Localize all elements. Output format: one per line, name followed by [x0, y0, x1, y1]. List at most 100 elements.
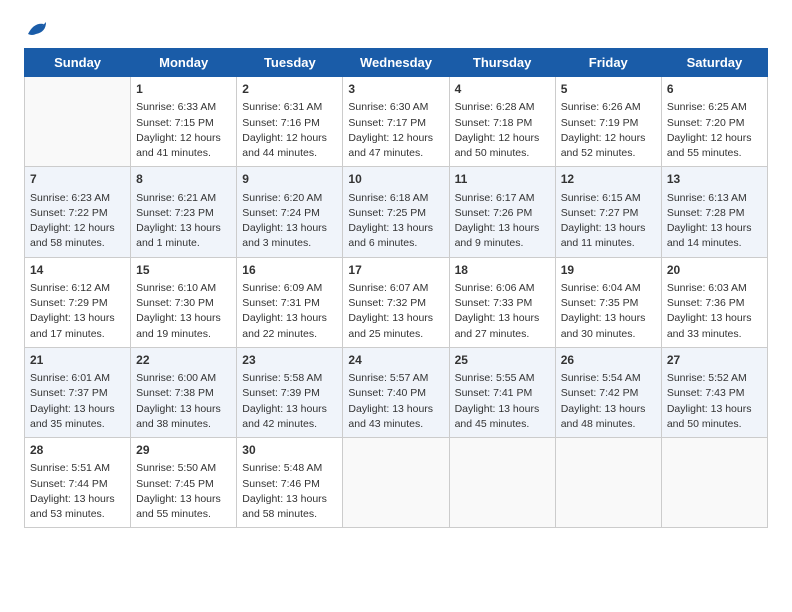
day-number: 15 — [136, 262, 231, 279]
sunset-text: Sunset: 7:28 PM — [667, 206, 762, 221]
day-number: 29 — [136, 442, 231, 459]
day-number: 3 — [348, 81, 443, 98]
calendar-cell: 6Sunrise: 6:25 AMSunset: 7:20 PMDaylight… — [661, 77, 767, 167]
sunrise-text: Sunrise: 6:17 AM — [455, 191, 550, 206]
daylight-text: Daylight: 13 hours and 43 minutes. — [348, 402, 443, 432]
sunset-text: Sunset: 7:17 PM — [348, 116, 443, 131]
sunset-text: Sunset: 7:33 PM — [455, 296, 550, 311]
daylight-text: Daylight: 12 hours and 47 minutes. — [348, 131, 443, 161]
calendar-cell: 29Sunrise: 5:50 AMSunset: 7:45 PMDayligh… — [131, 438, 237, 528]
sunset-text: Sunset: 7:15 PM — [136, 116, 231, 131]
weekday-header-monday: Monday — [131, 49, 237, 77]
cell-content: 10Sunrise: 6:18 AMSunset: 7:25 PMDayligh… — [348, 171, 443, 251]
sunset-text: Sunset: 7:39 PM — [242, 386, 337, 401]
sunset-text: Sunset: 7:45 PM — [136, 477, 231, 492]
cell-content: 9Sunrise: 6:20 AMSunset: 7:24 PMDaylight… — [242, 171, 337, 251]
calendar-table: SundayMondayTuesdayWednesdayThursdayFrid… — [24, 48, 768, 528]
calendar-header-row: SundayMondayTuesdayWednesdayThursdayFrid… — [25, 49, 768, 77]
calendar-cell: 18Sunrise: 6:06 AMSunset: 7:33 PMDayligh… — [449, 257, 555, 347]
day-number: 27 — [667, 352, 762, 369]
day-number: 25 — [455, 352, 550, 369]
calendar-cell: 9Sunrise: 6:20 AMSunset: 7:24 PMDaylight… — [237, 167, 343, 257]
cell-content: 12Sunrise: 6:15 AMSunset: 7:27 PMDayligh… — [561, 171, 656, 251]
daylight-text: Daylight: 13 hours and 9 minutes. — [455, 221, 550, 251]
sunset-text: Sunset: 7:29 PM — [30, 296, 125, 311]
cell-content: 14 Sunrise: 6:12 AMSunset: 7:29 PMDayligh… — [30, 262, 125, 342]
calendar-cell: 28Sunrise: 5:51 AMSunset: 7:44 PMDayligh… — [25, 438, 131, 528]
cell-content: 24Sunrise: 5:57 AMSunset: 7:40 PMDayligh… — [348, 352, 443, 432]
day-number: 20 — [667, 262, 762, 279]
sunset-text: Sunset: 7:19 PM — [561, 116, 656, 131]
cell-content: 11Sunrise: 6:17 AMSunset: 7:26 PMDayligh… — [455, 171, 550, 251]
weekday-header-tuesday: Tuesday — [237, 49, 343, 77]
calendar-cell: 20Sunrise: 6:03 AMSunset: 7:36 PMDayligh… — [661, 257, 767, 347]
calendar-week-row: 1Sunrise: 6:33 AMSunset: 7:15 PMDaylight… — [25, 77, 768, 167]
cell-content: 4Sunrise: 6:28 AMSunset: 7:18 PMDaylight… — [455, 81, 550, 161]
cell-content: 16Sunrise: 6:09 AMSunset: 7:31 PMDayligh… — [242, 262, 337, 342]
sunrise-text: Sunrise: 6:10 AM — [136, 281, 231, 296]
day-number: 8 — [136, 171, 231, 188]
sunrise-text: Sunrise: 6:20 AM — [242, 191, 337, 206]
calendar-cell — [25, 77, 131, 167]
cell-content: 27Sunrise: 5:52 AMSunset: 7:43 PMDayligh… — [667, 352, 762, 432]
sunset-text: Sunset: 7:37 PM — [30, 386, 125, 401]
calendar-cell: 13Sunrise: 6:13 AMSunset: 7:28 PMDayligh… — [661, 167, 767, 257]
calendar-cell: 23Sunrise: 5:58 AMSunset: 7:39 PMDayligh… — [237, 347, 343, 437]
daylight-text: Daylight: 13 hours and 42 minutes. — [242, 402, 337, 432]
calendar-cell: 25Sunrise: 5:55 AMSunset: 7:41 PMDayligh… — [449, 347, 555, 437]
day-number: 22 — [136, 352, 231, 369]
calendar-cell: 1Sunrise: 6:33 AMSunset: 7:15 PMDaylight… — [131, 77, 237, 167]
daylight-text: Daylight: 13 hours and 17 minutes. — [30, 311, 125, 341]
cell-content: 6Sunrise: 6:25 AMSunset: 7:20 PMDaylight… — [667, 81, 762, 161]
calendar-cell: 19Sunrise: 6:04 AMSunset: 7:35 PMDayligh… — [555, 257, 661, 347]
sunrise-text: Sunrise: 6:00 AM — [136, 371, 231, 386]
daylight-text: Daylight: 13 hours and 45 minutes. — [455, 402, 550, 432]
calendar-cell: 7Sunrise: 6:23 AMSunset: 7:22 PMDaylight… — [25, 167, 131, 257]
sunrise-text: Sunrise: 6:26 AM — [561, 100, 656, 115]
daylight-text: Daylight: 13 hours and 35 minutes. — [30, 402, 125, 432]
cell-content: 15Sunrise: 6:10 AMSunset: 7:30 PMDayligh… — [136, 262, 231, 342]
sunrise-text: Sunrise: 6:28 AM — [455, 100, 550, 115]
sunrise-text: Sunrise: 6:13 AM — [667, 191, 762, 206]
calendar-cell: 8Sunrise: 6:21 AMSunset: 7:23 PMDaylight… — [131, 167, 237, 257]
day-number: 12 — [561, 171, 656, 188]
daylight-text: Daylight: 13 hours and 19 minutes. — [136, 311, 231, 341]
calendar-cell: 24Sunrise: 5:57 AMSunset: 7:40 PMDayligh… — [343, 347, 449, 437]
cell-content: 20Sunrise: 6:03 AMSunset: 7:36 PMDayligh… — [667, 262, 762, 342]
cell-content: 28Sunrise: 5:51 AMSunset: 7:44 PMDayligh… — [30, 442, 125, 522]
logo — [24, 20, 48, 38]
day-number: 16 — [242, 262, 337, 279]
sunset-text: Sunset: 7:16 PM — [242, 116, 337, 131]
cell-content: 18Sunrise: 6:06 AMSunset: 7:33 PMDayligh… — [455, 262, 550, 342]
sunrise-text: Sunrise: 5:48 AM — [242, 461, 337, 476]
calendar-cell — [343, 438, 449, 528]
calendar-cell: 5Sunrise: 6:26 AMSunset: 7:19 PMDaylight… — [555, 77, 661, 167]
daylight-text: Daylight: 13 hours and 3 minutes. — [242, 221, 337, 251]
sunset-text: Sunset: 7:22 PM — [30, 206, 125, 221]
weekday-header-wednesday: Wednesday — [343, 49, 449, 77]
calendar-cell: 12Sunrise: 6:15 AMSunset: 7:27 PMDayligh… — [555, 167, 661, 257]
calendar-cell: 11Sunrise: 6:17 AMSunset: 7:26 PMDayligh… — [449, 167, 555, 257]
day-number: 13 — [667, 171, 762, 188]
weekday-header-sunday: Sunday — [25, 49, 131, 77]
calendar-cell: 14 Sunrise: 6:12 AMSunset: 7:29 PMDayligh… — [25, 257, 131, 347]
cell-content: 29Sunrise: 5:50 AMSunset: 7:45 PMDayligh… — [136, 442, 231, 522]
daylight-text: Daylight: 13 hours and 33 minutes. — [667, 311, 762, 341]
cell-content: 23Sunrise: 5:58 AMSunset: 7:39 PMDayligh… — [242, 352, 337, 432]
calendar-cell: 3Sunrise: 6:30 AMSunset: 7:17 PMDaylight… — [343, 77, 449, 167]
daylight-text: Daylight: 13 hours and 48 minutes. — [561, 402, 656, 432]
day-number: 28 — [30, 442, 125, 459]
cell-content: 1Sunrise: 6:33 AMSunset: 7:15 PMDaylight… — [136, 81, 231, 161]
sunset-text: Sunset: 7:26 PM — [455, 206, 550, 221]
daylight-text: Daylight: 12 hours and 55 minutes. — [667, 131, 762, 161]
calendar-week-row: 28Sunrise: 5:51 AMSunset: 7:44 PMDayligh… — [25, 438, 768, 528]
daylight-text: Daylight: 13 hours and 27 minutes. — [455, 311, 550, 341]
day-number: 7 — [30, 171, 125, 188]
sunset-text: Sunset: 7:44 PM — [30, 477, 125, 492]
sunrise-text: Sunrise: 6:31 AM — [242, 100, 337, 115]
day-number: 14 — [30, 262, 125, 279]
day-number: 9 — [242, 171, 337, 188]
sunrise-text: Sunrise: 6:12 AM — [30, 281, 125, 296]
sunrise-text: Sunrise: 6:25 AM — [667, 100, 762, 115]
day-number: 19 — [561, 262, 656, 279]
